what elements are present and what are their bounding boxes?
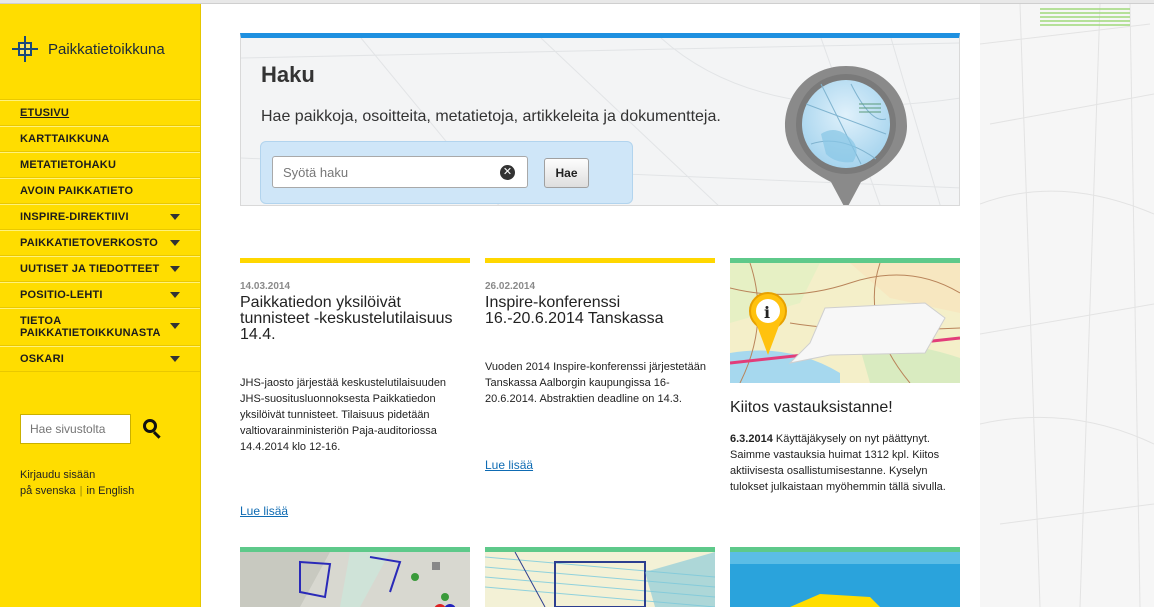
background-map-pattern — [980, 4, 1154, 607]
news-title[interactable]: Paikkatiedon yksilöivät tunnisteet -kesk… — [240, 295, 470, 343]
chevron-down-icon[interactable] — [170, 214, 180, 220]
nav-item-karttaikkuna[interactable]: KARTTAIKKUNA — [0, 126, 200, 152]
nav-label: METATIETOHAKU — [20, 159, 117, 171]
site-logo[interactable]: Paikkatietoikkuna — [12, 34, 165, 64]
search-button[interactable]: Hae — [544, 158, 589, 188]
sidebar: Paikkatietoikkuna ETUSIVU KARTTAIKKUNA M… — [0, 4, 201, 607]
lang-sv-link[interactable]: på svenska — [20, 485, 76, 497]
nav-label: POSITIO-LEHTI — [20, 289, 103, 301]
search-icon[interactable] — [143, 419, 163, 439]
login-link[interactable]: Kirjaudu sisään — [20, 469, 95, 481]
nav-label: AVOIN PAIKKATIETO — [20, 185, 134, 197]
search-form: Syötä haku ✕ Hae — [260, 141, 633, 204]
news-body: Vuoden 2014 Inspire-konferenssi järjeste… — [485, 361, 706, 405]
card-accent-bar — [485, 258, 715, 263]
news-date: 14.03.2014 — [240, 281, 291, 292]
site-name: Paikkatietoikkuna — [48, 40, 165, 58]
news-card: 26.02.2014 Inspire-konferenssi 16.-20.6.… — [485, 258, 715, 472]
read-more-link[interactable]: Lue lisää — [240, 504, 288, 518]
nav-label: TIETOA PAIKKATIETOIKKUNASTA — [20, 315, 161, 339]
chevron-down-icon[interactable] — [170, 240, 180, 246]
nav-label: INSPIRE-DIREKTIIVI — [20, 211, 129, 223]
feature-body: 6.3.2014 Käyttäjäkysely on nyt päättynyt… — [730, 431, 958, 495]
feature-card: i Kiitos vastauksistanne! 6.3.2014 Käytt… — [730, 258, 960, 495]
page-title: Haku — [261, 62, 315, 87]
nav-label: UUTISET JA TIEDOTTEET — [20, 263, 160, 275]
main-search-panel: Haku Hae paikkoja, osoitteita, metatieto… — [240, 33, 960, 206]
nav-item-positio-lehti[interactable]: POSITIO-LEHTI — [0, 282, 200, 308]
feature-title[interactable]: Kiitos vastauksistanne! — [730, 400, 960, 416]
card-accent-bar — [240, 258, 470, 263]
lang-en-link[interactable]: in English — [87, 485, 135, 497]
read-more-link[interactable]: Lue lisää — [485, 458, 533, 472]
nav-label: OSKARI — [20, 353, 64, 365]
nav-item-tietoa[interactable]: TIETOA PAIKKATIETOIKKUNASTA — [0, 308, 200, 346]
news-date: 26.02.2014 — [485, 281, 536, 292]
search-input[interactable]: Syötä haku ✕ — [272, 156, 528, 188]
chevron-down-icon[interactable] — [170, 292, 180, 298]
crosshair-logo-icon — [12, 36, 38, 62]
chevron-down-icon[interactable] — [170, 323, 180, 329]
nav-item-metatietohaku[interactable]: METATIETOHAKU — [0, 152, 200, 178]
site-search — [20, 414, 163, 444]
nav-item-paikkatietoverkosto[interactable]: PAIKKATIETOVERKOSTO — [0, 230, 200, 256]
news-body: JHS-jaosto järjestää keskustelutilaisuud… — [240, 377, 447, 453]
divider: | — [79, 485, 83, 497]
nav-item-etusivu[interactable]: ETUSIVU — [0, 100, 200, 126]
survey-map-image[interactable]: i — [730, 263, 960, 383]
nav-item-uutiset[interactable]: UUTISET JA TIEDOTTEET — [0, 256, 200, 282]
search-placeholder: Syötä haku — [283, 164, 349, 180]
map-pin-icon — [785, 66, 907, 205]
nav-label: PAIKKATIETOVERKOSTO — [20, 237, 159, 249]
bottom-card-thumbnail[interactable] — [485, 547, 715, 607]
bottom-card-thumbnail[interactable] — [730, 547, 960, 607]
nav-item-avoin-paikkatieto[interactable]: AVOIN PAIKKATIETO — [0, 178, 200, 204]
chevron-down-icon[interactable] — [170, 266, 180, 272]
chevron-down-icon[interactable] — [170, 356, 180, 362]
nav-item-oskari[interactable]: OSKARI — [0, 346, 200, 372]
nav-label: KARTTAIKKUNA — [20, 133, 110, 145]
nav-item-inspire-direktiivi[interactable]: INSPIRE-DIREKTIIVI — [0, 204, 200, 230]
feature-date: 6.3.2014 — [730, 433, 773, 445]
news-title[interactable]: Inspire-konferenssi 16.-20.6.2014 Tanska… — [485, 295, 715, 327]
bottom-card-thumbnail[interactable] — [240, 547, 470, 607]
news-card: 14.03.2014 Paikkatiedon yksilöivät tunni… — [240, 258, 470, 518]
site-search-input[interactable] — [20, 414, 131, 444]
clear-icon[interactable]: ✕ — [500, 165, 515, 180]
login-links: Kirjaudu sisään på svenska | in English — [20, 467, 134, 499]
main-nav: ETUSIVU KARTTAIKKUNA METATIETOHAKU AVOIN… — [0, 99, 200, 372]
svg-text:i: i — [764, 303, 770, 322]
nav-label: ETUSIVU — [20, 107, 70, 119]
search-lead-text: Hae paikkoja, osoitteita, metatietoja, a… — [261, 108, 721, 125]
